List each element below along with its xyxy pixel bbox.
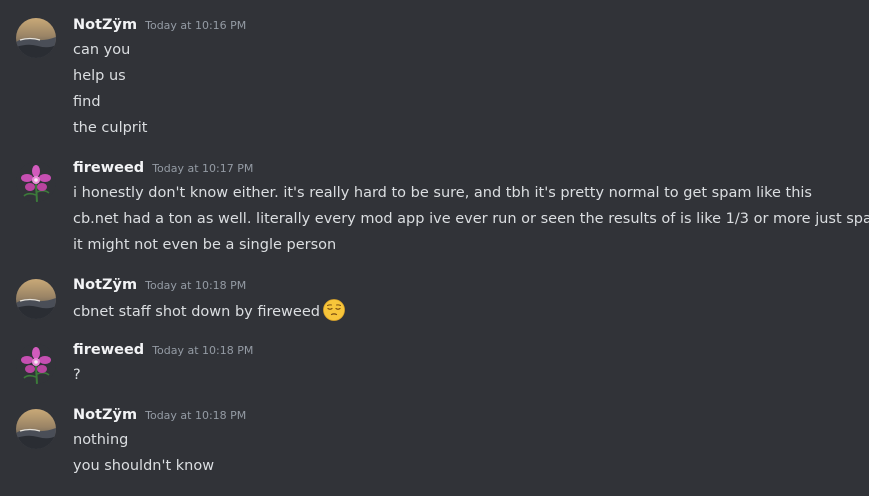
message-text: the culprit xyxy=(73,120,148,136)
pensive-face-emoji-icon[interactable] xyxy=(323,299,345,321)
message-text: i honestly don't know either. it's reall… xyxy=(73,185,812,201)
flower-avatar-icon xyxy=(16,162,56,202)
user-avatar[interactable] xyxy=(16,279,56,319)
message-text: cbnet staff shot down by fireweed xyxy=(73,304,320,320)
timestamp: Today at 10:16 PM xyxy=(145,19,247,32)
timestamp: Today at 10:17 PM xyxy=(152,162,254,175)
username[interactable]: fireweed xyxy=(73,342,144,358)
timestamp: Today at 10:18 PM xyxy=(152,344,254,357)
message-text-row: cbnet staff shot down by fireweed xyxy=(73,299,345,321)
message-text: find xyxy=(73,94,101,110)
username[interactable]: NotZÿm xyxy=(73,407,137,423)
flower-avatar-icon xyxy=(16,344,56,384)
landscape-avatar-icon xyxy=(16,18,56,58)
message-text: it might not even be a single person xyxy=(73,237,337,253)
user-avatar[interactable] xyxy=(16,162,56,202)
username[interactable]: NotZÿm xyxy=(73,17,137,33)
message-text: ? xyxy=(73,367,81,383)
message-text: cb.net had a ton as well. literally ever… xyxy=(73,211,869,227)
message-text: you shouldn't know xyxy=(73,458,215,474)
message-text: can you xyxy=(73,42,131,58)
message-text: help us xyxy=(73,68,126,84)
landscape-avatar-icon xyxy=(16,279,56,319)
landscape-avatar-icon xyxy=(16,409,56,449)
message-list[interactable]: NotZÿm Today at 10:16 PM can you help us… xyxy=(0,0,869,496)
username[interactable]: fireweed xyxy=(73,160,144,176)
message-text: nothing xyxy=(73,432,129,448)
timestamp: Today at 10:18 PM xyxy=(145,279,247,292)
user-avatar[interactable] xyxy=(16,344,56,384)
username[interactable]: NotZÿm xyxy=(73,277,137,293)
timestamp: Today at 10:18 PM xyxy=(145,409,247,422)
user-avatar[interactable] xyxy=(16,18,56,58)
user-avatar[interactable] xyxy=(16,409,56,449)
